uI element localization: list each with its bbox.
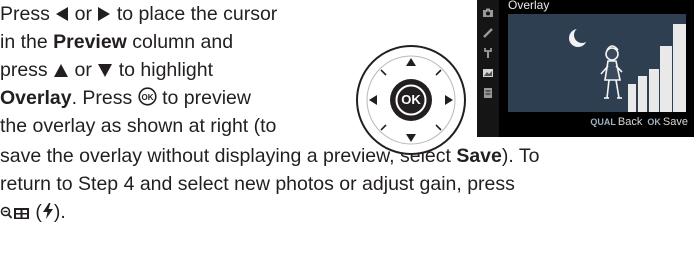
- multi-selector-ok-label: OK: [401, 92, 421, 107]
- instruction-line-7: return to Step 4 and select new photos o…: [0, 173, 515, 195]
- protect-key-icon: [42, 203, 53, 219]
- down-arrow-icon: [98, 64, 113, 77]
- left-arrow-icon: [56, 7, 69, 21]
- overlay-preview-image: [508, 14, 686, 112]
- overlay-term: Overlay: [0, 87, 72, 109]
- instruction-line-5: the overlay as shown at right (to: [0, 115, 277, 137]
- menu-tab-rail: [477, 0, 499, 137]
- wrench-tab-icon: [482, 46, 494, 58]
- camera-tab-icon: [482, 6, 494, 18]
- camera-monitor-screen: Overlay QUAL Back OK Save: [477, 0, 694, 137]
- ok-button-chip: OK: [647, 117, 661, 127]
- save-label: Save: [662, 116, 688, 128]
- ok-button-icon: OK: [138, 87, 157, 106]
- pencil-tab-icon: [482, 26, 494, 38]
- recent-settings-tab-icon: [482, 86, 494, 98]
- retouch-tab-icon: [482, 66, 494, 78]
- instruction-line-2: in the Preview column and: [0, 31, 234, 53]
- up-arrow-icon: [54, 64, 69, 77]
- screen-title: Overlay: [508, 0, 550, 12]
- preview-term: Preview: [53, 31, 127, 53]
- svg-text:OK: OK: [141, 93, 153, 102]
- zoom-out-thumbnail-button-icon: [0, 206, 29, 219]
- instruction-line-1: Press or to place the cursor: [0, 3, 278, 25]
- back-label: Back: [617, 116, 643, 128]
- screen-bottom-bar: QUAL Back OK Save: [588, 116, 688, 128]
- back-button-chip: QUAL: [590, 117, 616, 127]
- instruction-line-8: ().: [0, 198, 66, 226]
- multi-selector-illustration: OK: [355, 44, 467, 156]
- right-arrow-icon: [98, 7, 111, 21]
- instruction-line-3: press or to highlight: [0, 59, 214, 81]
- instruction-line-4: Overlay. Press OK to preview: [0, 87, 251, 109]
